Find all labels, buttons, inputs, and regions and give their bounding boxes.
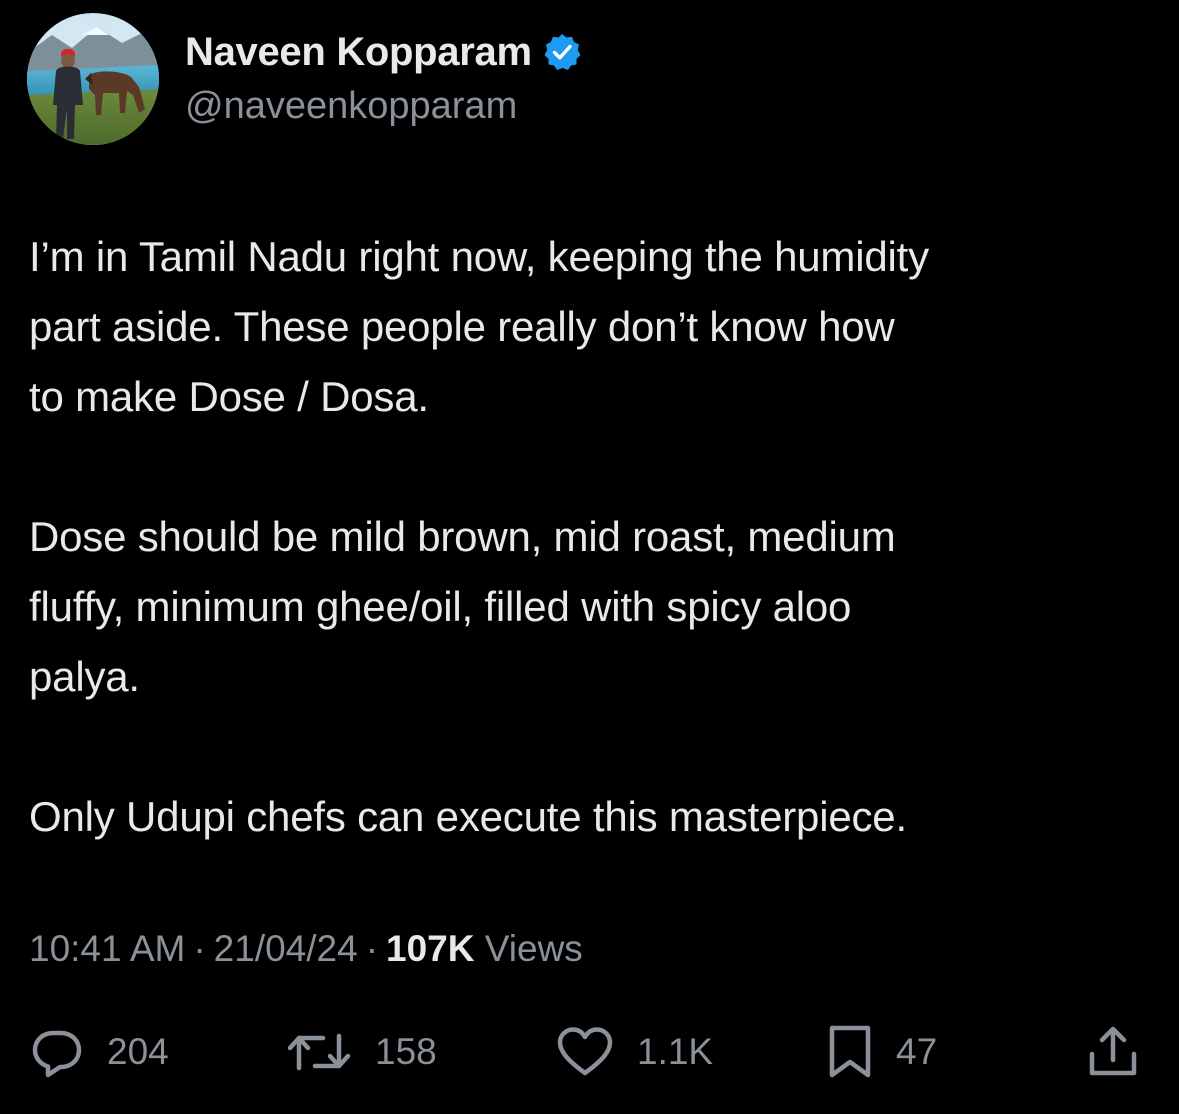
reply-button[interactable]: 204	[29, 1024, 169, 1080]
tweet-meta: 10:41 AM · 21/04/24 · 107K Views	[29, 925, 583, 973]
tweet-paragraph: I’m in Tamil Nadu right now, keeping the…	[29, 233, 929, 420]
like-icon	[555, 1024, 615, 1080]
author-display-name[interactable]: Naveen Kopparam	[185, 28, 532, 76]
reply-icon	[29, 1024, 85, 1080]
like-button[interactable]: 1.1K	[555, 1024, 713, 1080]
avatar[interactable]	[27, 13, 159, 145]
retweet-icon	[285, 1024, 353, 1080]
tweet-header: Naveen Kopparam @naveenkopparam	[27, 13, 582, 145]
tweet-card: Naveen Kopparam @naveenkopparam I’m in T…	[0, 0, 1179, 1114]
retweet-button[interactable]: 158	[285, 1024, 437, 1080]
like-count: 1.1K	[637, 1031, 714, 1072]
tweet-time[interactable]: 10:41 AM	[29, 928, 185, 969]
bookmark-icon	[826, 1024, 874, 1080]
author-name-row: Naveen Kopparam	[185, 28, 582, 76]
author-handle[interactable]: @naveenkopparam	[185, 82, 582, 130]
tweet-text: I’m in Tamil Nadu right now, keeping the…	[29, 222, 1159, 852]
author-names: Naveen Kopparam @naveenkopparam	[185, 13, 582, 145]
reply-count: 204	[107, 1031, 169, 1072]
tweet-paragraph: Only Udupi chefs can execute this master…	[29, 793, 907, 840]
tweet-date[interactable]: 21/04/24	[214, 928, 358, 969]
meta-separator: ·	[193, 928, 206, 969]
share-button[interactable]	[1085, 1024, 1141, 1080]
action-bar: 204 158 1.1K 47	[29, 1024, 1149, 1080]
tweet-paragraph: Dose should be mild brown, mid roast, me…	[29, 513, 896, 700]
share-icon	[1085, 1024, 1141, 1080]
retweet-count: 158	[375, 1031, 437, 1072]
bookmark-count: 47	[896, 1031, 938, 1072]
views-label[interactable]: Views	[485, 928, 583, 969]
verified-badge-icon[interactable]	[542, 32, 582, 72]
meta-separator: ·	[365, 928, 379, 969]
views-count[interactable]: 107K	[386, 928, 474, 969]
avatar-photo	[27, 13, 159, 145]
bookmark-button[interactable]: 47	[826, 1024, 937, 1080]
